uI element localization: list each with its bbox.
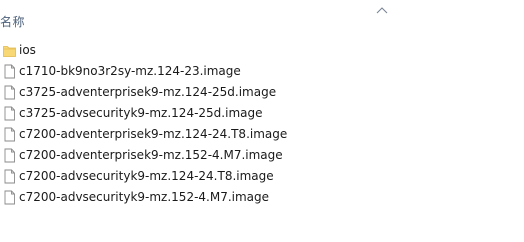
column-header-bar: 名称 <box>0 0 524 32</box>
file-name: c7200-adventerprisek9-mz.124-24.T8.image <box>19 127 288 141</box>
file-icon <box>3 148 16 163</box>
file-name: c3725-adventerprisek9-mz.124-25d.image <box>19 85 277 99</box>
list-item-file[interactable]: c7200-adventerprisek9-mz.124-24.T8.image <box>0 124 524 145</box>
list-item-file[interactable]: c3725-advsecurityk9-mz.124-25d.image <box>0 103 524 124</box>
file-list: ios c1710-bk9no3r2sy-mz.124-23.image c37… <box>0 40 524 208</box>
list-item-file[interactable]: c7200-advsecurityk9-mz.152-4.M7.image <box>0 187 524 208</box>
file-icon <box>3 64 16 79</box>
file-name: c1710-bk9no3r2sy-mz.124-23.image <box>19 64 241 78</box>
file-icon <box>3 127 16 142</box>
file-explorer-window: 名称 ios c1710-bk9no3r2sy-mz.124-23.image … <box>0 0 524 242</box>
file-icon <box>3 169 16 184</box>
list-item-folder-ios[interactable]: ios <box>0 40 524 61</box>
file-icon <box>3 190 16 205</box>
list-item-file[interactable]: c3725-adventerprisek9-mz.124-25d.image <box>0 82 524 103</box>
file-name: ios <box>19 43 36 57</box>
list-item-file[interactable]: c7200-adventerprisek9-mz.152-4.M7.image <box>0 145 524 166</box>
file-name: c7200-advsecurityk9-mz.152-4.M7.image <box>19 190 270 204</box>
file-icon <box>3 85 16 100</box>
file-name: c3725-advsecurityk9-mz.124-25d.image <box>19 106 263 120</box>
file-icon <box>3 106 16 121</box>
list-item-file[interactable]: c1710-bk9no3r2sy-mz.124-23.image <box>0 61 524 82</box>
folder-icon <box>3 43 16 58</box>
file-name: c7200-adventerprisek9-mz.152-4.M7.image <box>19 148 283 162</box>
chevron-up-icon[interactable] <box>376 6 388 14</box>
name-column-header[interactable]: 名称 <box>0 13 25 30</box>
file-name: c7200-advsecurityk9-mz.124-24.T8.image <box>19 169 274 183</box>
list-item-file[interactable]: c7200-advsecurityk9-mz.124-24.T8.image <box>0 166 524 187</box>
